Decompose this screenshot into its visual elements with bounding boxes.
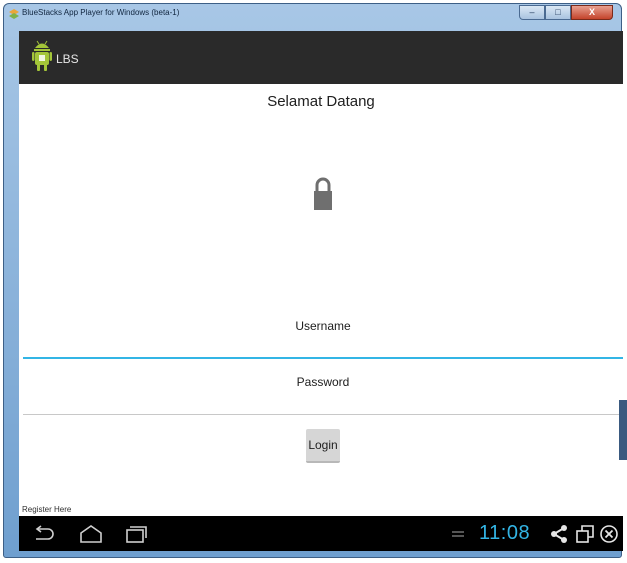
- bluestacks-logo-icon: [9, 9, 19, 19]
- share-icon[interactable]: [550, 524, 568, 544]
- window-icon[interactable]: [575, 524, 595, 544]
- close-button[interactable]: X: [571, 5, 613, 20]
- android-app-icon[interactable]: [32, 40, 52, 72]
- window-edge-decoration: [619, 400, 627, 460]
- window-title: BlueStacks App Player for Windows (beta-…: [22, 8, 180, 17]
- window-controls: – □ X: [519, 5, 613, 21]
- back-icon[interactable]: [33, 524, 55, 544]
- home-icon[interactable]: [79, 524, 103, 544]
- minimize-button[interactable]: –: [519, 5, 545, 20]
- recent-apps-icon[interactable]: [124, 524, 148, 544]
- navigation-bar: 11:08: [19, 516, 623, 551]
- welcome-heading: Selamat Datang: [267, 93, 375, 110]
- register-link[interactable]: Register Here: [22, 505, 71, 514]
- lock-icon: [314, 177, 332, 210]
- username-field[interactable]: Username: [23, 315, 623, 359]
- android-screen: LBS Selamat Datang Username Password Log…: [19, 31, 623, 551]
- maximize-button[interactable]: □: [545, 5, 571, 20]
- action-bar: LBS: [19, 31, 623, 84]
- password-value: Password: [296, 375, 350, 389]
- window-titlebar[interactable]: BlueStacks App Player for Windows (beta-…: [4, 4, 621, 28]
- login-button[interactable]: Login: [306, 429, 340, 463]
- password-field[interactable]: Password: [23, 371, 623, 415]
- close-app-icon[interactable]: [599, 524, 619, 544]
- clock-time: 11:08: [479, 522, 531, 544]
- keyboard-icon: [452, 531, 464, 537]
- bluestacks-window: BlueStacks App Player for Windows (beta-…: [3, 3, 623, 558]
- app-title: LBS: [56, 52, 79, 66]
- username-value: Username: [295, 319, 351, 333]
